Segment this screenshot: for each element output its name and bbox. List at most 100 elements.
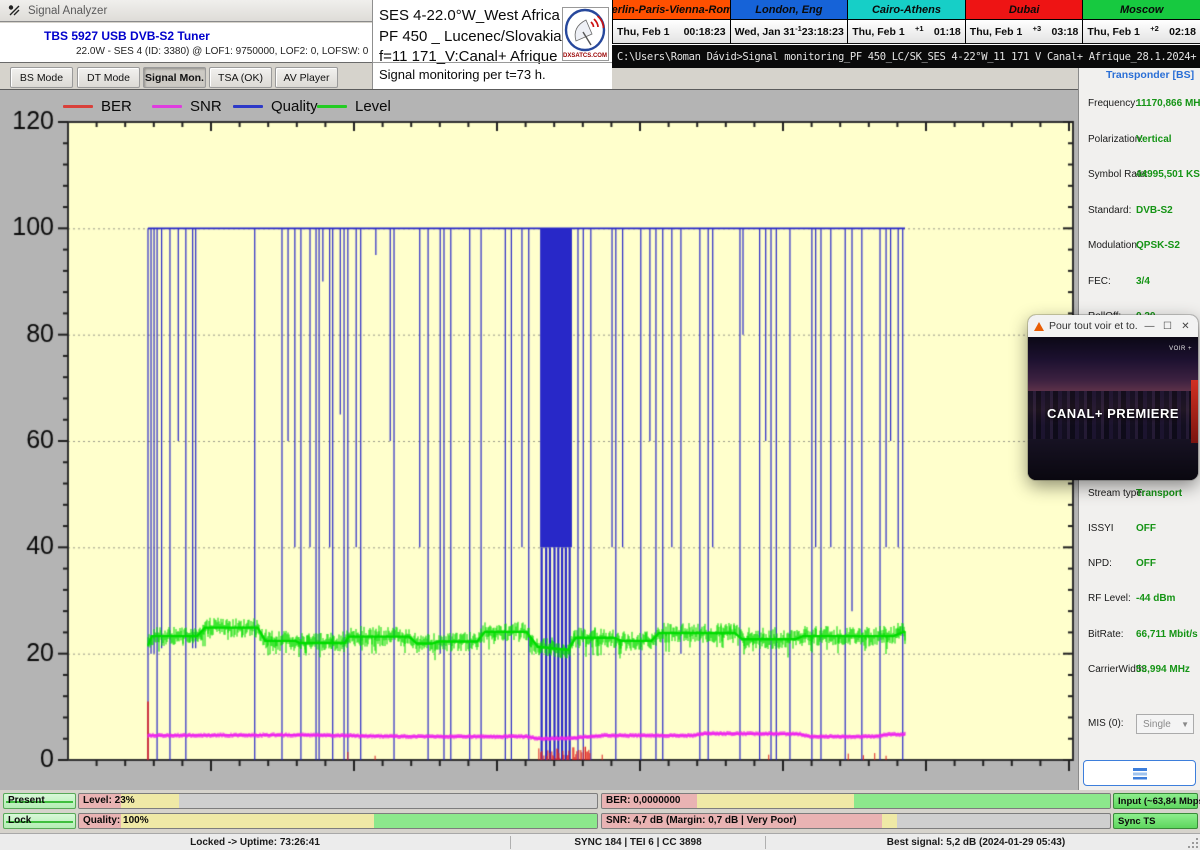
input-badge: Input (~63,84 Mbps): [1113, 793, 1198, 809]
clock-utc-offset: +1: [905, 24, 934, 40]
tab-tsa[interactable]: TSA (OK): [209, 67, 272, 88]
vlc-titlebar[interactable]: Pour tout voir et to... — ☐ ✕: [1028, 315, 1198, 337]
clock-time: 23:18:23: [802, 26, 844, 38]
present-badge: Present: [3, 793, 76, 809]
mis-value: Single: [1143, 719, 1171, 730]
tuner-name: TBS 5927 USB DVB-S2 Tuner: [44, 29, 210, 43]
clock-cairo: Cairo-Athens Thu, Feb 1+101:18: [847, 0, 965, 44]
transponder-title: Transponder [BS]: [1106, 69, 1194, 81]
field-value: 44995,501 KS/s: [1136, 169, 1200, 180]
clock-moscow: Moscow Thu, Feb 1+202:18: [1082, 0, 1200, 44]
clock-city-label: Cairo-Athens: [848, 0, 965, 20]
app-icon: [8, 4, 21, 17]
clock-utc-offset: +2: [1140, 24, 1169, 40]
clock-city-label: Berlin-Paris-Vienna-Roma: [613, 0, 730, 20]
clock-london: London, Eng Wed, Jan 31-123:18:23: [730, 0, 848, 44]
monitoring-header: SES 4-22.0°W_West Africa PF 450 _ Lucene…: [373, 0, 612, 89]
field-label: NPD:: [1088, 558, 1112, 569]
field-value: 53,994 MHz: [1136, 664, 1190, 675]
clock-time: 03:18: [1052, 26, 1079, 38]
field-value: Transport: [1136, 488, 1182, 499]
clock-date: Thu, Feb 1: [852, 26, 905, 38]
signal-chart: [0, 90, 1078, 790]
field-value: QPSK-S2: [1136, 240, 1180, 251]
legend-swatch-ber: [63, 105, 93, 108]
field-value: 66,711 Mbit/s: [1136, 629, 1198, 640]
satellite-title: SES 4-22.0°W_West Africa: [379, 7, 560, 24]
window-title: Signal Analyzer: [28, 5, 107, 17]
tab-bs-mode[interactable]: BS Mode: [10, 67, 73, 88]
signal-status-bars: Present Level: 23% BER: 0,0000000 Input …: [0, 791, 1200, 833]
app-titlebar[interactable]: Signal Analyzer: [0, 0, 372, 22]
clock-date: Thu, Feb 1: [1087, 26, 1140, 38]
quality-bar: Quality: 100%: [78, 813, 598, 829]
world-clocks: Berlin-Paris-Vienna-Roma Thu, Feb 1 00:18…: [612, 0, 1200, 44]
command-prompt: C:\Users\Roman Dávid>Signal monitoring_P…: [612, 44, 1200, 68]
snr-bar: SNR: 4,7 dB (Margin: 0,7 dB | Very Poor): [601, 813, 1111, 829]
tuner-details: 22.0W - SES 4 (ID: 3380) @ LOF1: 9750000…: [76, 46, 368, 57]
lock-badge: Lock: [3, 813, 76, 829]
sync-ts-badge: Sync TS: [1113, 813, 1198, 829]
quality-bar-label: Quality: 100%: [83, 815, 149, 826]
tab-av-player[interactable]: AV Player: [275, 67, 338, 88]
uptime-status: Locked -> Uptime: 73:26:41: [0, 834, 510, 850]
field-label: Frequency:: [1088, 98, 1138, 109]
clock-utc-offset: -1: [795, 24, 802, 40]
field-value: DVB-S2: [1136, 205, 1173, 216]
vlc-video-area[interactable]: VOIR + CANAL+ PREMIERE: [1028, 337, 1198, 480]
minimize-button[interactable]: —: [1143, 321, 1156, 332]
close-button[interactable]: ✕: [1179, 321, 1192, 332]
field-label: Standard:: [1088, 205, 1131, 216]
clock-date: Wed, Jan 31: [735, 26, 796, 38]
legend-label-quality: Quality: [271, 98, 318, 115]
legend-swatch-quality: [233, 105, 263, 108]
legend-label-ber: BER: [101, 98, 132, 115]
clock-time: 01:18: [934, 26, 961, 38]
statusbar: Locked -> Uptime: 73:26:41 SYNC 184 | TE…: [0, 833, 1200, 850]
mode-tabs: BS Mode DT Mode Signal Mon. TSA (OK) AV …: [0, 64, 372, 89]
chevron-down-icon: ▼: [1181, 720, 1189, 729]
field-label: FEC:: [1088, 276, 1111, 287]
field-value: 11170,866 MHz: [1136, 98, 1200, 109]
field-value: OFF: [1136, 523, 1156, 534]
sync-status: SYNC 184 | TEI 6 | CC 3898: [511, 834, 765, 850]
clock-date: Thu, Feb 1: [970, 26, 1023, 38]
level-bar: Level: 23%: [78, 793, 598, 809]
mis-select[interactable]: Single ▼: [1136, 714, 1194, 734]
prompt-text: C:\Users\Roman Dávid>Signal monitoring_P…: [617, 51, 1196, 63]
monitoring-subtitle: Signal monitoring per t=73 h.: [379, 67, 546, 82]
field-label: Modulation:: [1088, 240, 1140, 251]
maximize-button[interactable]: ☐: [1161, 321, 1174, 332]
clock-dubai: Dubai Thu, Feb 1+303:18: [965, 0, 1083, 44]
clock-time: 00:18:23: [684, 26, 726, 38]
field-label: BitRate:: [1088, 629, 1124, 640]
clock-city-label: London, Eng: [731, 0, 848, 20]
ber-bar: BER: 0,0000000: [601, 793, 1111, 809]
field-label: Polarization:: [1088, 134, 1143, 145]
snr-bar-label: SNR: 4,7 dB (Margin: 0,7 dB | Very Poor): [606, 815, 797, 826]
level-bar-label: Level: 23%: [83, 795, 135, 806]
best-signal-status: Best signal: 5,2 dB (2024-01-29 05:43): [766, 834, 1186, 850]
legend-swatch-snr: [152, 105, 182, 108]
site-title: PF 450 _ Lucenec/Slovakia: [379, 28, 562, 45]
clock-utc-offset: +3: [1022, 24, 1051, 40]
field-label: RF Level:: [1088, 593, 1131, 604]
resize-grip[interactable]: [1188, 838, 1198, 848]
legend-label-snr: SNR: [190, 98, 222, 115]
vlc-window: Pour tout voir et to... — ☐ ✕ VOIR + CAN…: [1028, 315, 1198, 480]
legend-label-level: Level: [355, 98, 391, 115]
vlc-cone-icon: [1034, 322, 1044, 331]
field-value: -44 dBm: [1136, 593, 1175, 604]
clock-time: 02:18: [1169, 26, 1196, 38]
stream-list-button[interactable]: [1083, 760, 1196, 786]
legend-swatch-level: [317, 105, 347, 108]
city-base: [1028, 439, 1198, 480]
clock-city-label: Dubai: [966, 0, 1083, 20]
channel-branding: CANAL+ PREMIERE: [1028, 406, 1198, 421]
tab-signal-mon[interactable]: Signal Mon.: [143, 67, 206, 88]
field-value: Vertical: [1136, 134, 1172, 145]
logo-text: DXSATCS.COM: [563, 53, 607, 59]
clock-utc-offset: [670, 28, 684, 35]
field-value: 3/4: [1136, 276, 1150, 287]
tab-dt-mode[interactable]: DT Mode: [77, 67, 140, 88]
